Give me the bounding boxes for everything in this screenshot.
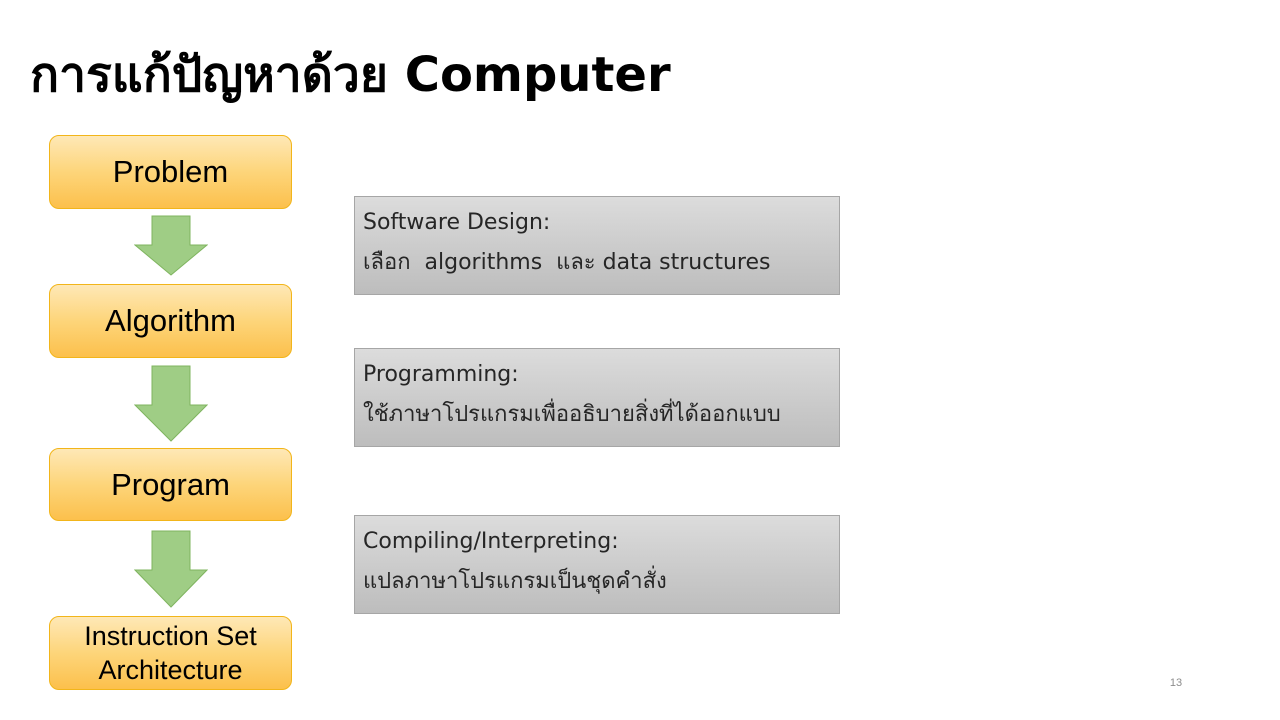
arrow-down-icon bbox=[134, 530, 208, 608]
step-instruction-set-architecture: Instruction Set Architecture bbox=[49, 616, 292, 690]
description-heading: Software Design: bbox=[363, 210, 551, 235]
arrow-down-icon bbox=[134, 365, 208, 442]
step-isa-label: Instruction Set Architecture bbox=[84, 621, 257, 685]
arrow-down-icon bbox=[134, 215, 208, 276]
description-text: ใช้ภาษาโปรแกรมเพื่ออธิบายสิ่งที่ได้ออกแบ… bbox=[363, 402, 781, 427]
step-problem: Problem bbox=[49, 135, 292, 209]
slide-title: การแก้ปัญหาด้วย Computer bbox=[30, 47, 671, 103]
description-heading: Programming: bbox=[363, 362, 519, 387]
description-heading: Compiling/Interpreting: bbox=[363, 529, 619, 554]
description-compiling: Compiling/Interpreting: แปลภาษาโปรแกรมเป… bbox=[354, 515, 840, 614]
description-text: แปลภาษาโปรแกรมเป็นชุดคำสั่ง bbox=[363, 569, 667, 594]
step-program: Program bbox=[49, 448, 292, 521]
description-text: เลือก algorithms และ data structures bbox=[363, 250, 771, 275]
step-algorithm: Algorithm bbox=[49, 284, 292, 358]
description-software-design: Software Design: เลือก algorithms และ da… bbox=[354, 196, 840, 295]
page-number: 13 bbox=[1169, 677, 1183, 689]
description-programming: Programming: ใช้ภาษาโปรแกรมเพื่ออธิบายสิ… bbox=[354, 348, 840, 447]
